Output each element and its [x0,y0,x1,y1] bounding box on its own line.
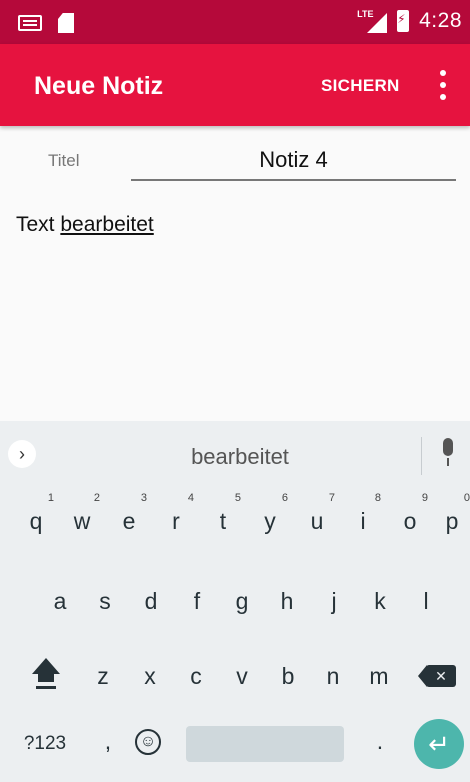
key-g[interactable]: g [228,588,256,615]
backspace-key-icon[interactable]: ✕ [418,665,456,687]
key-f[interactable]: f [183,588,211,615]
more-options-icon[interactable] [436,70,450,100]
note-body-text[interactable]: Text bearbeitet [16,213,154,237]
key-k[interactable]: k [366,588,394,615]
key-label: q [29,508,43,534]
key-label: w [73,508,91,534]
key-label: i [360,508,366,534]
key-o[interactable]: o9 [396,492,428,535]
key-label: b [281,663,295,689]
key-label: d [144,588,158,614]
key-label: r [172,508,180,534]
chevron-right-icon[interactable]: › [8,440,36,468]
app-bar: Neue Notiz SICHERN [0,44,470,126]
key-label: z [97,663,109,689]
key-hint: 9 [421,492,428,504]
key-hint: 5 [234,492,241,504]
key-hint: 7 [328,492,335,504]
key-label: a [53,588,67,614]
key-label: x [144,663,156,689]
key-hint: 2 [93,492,100,504]
key-w[interactable]: w2 [68,492,100,535]
key-v[interactable]: v [228,663,256,690]
key-x[interactable]: x [136,663,164,690]
keyboard-icon [18,15,42,31]
title-label: Titel [48,151,80,170]
key-label: c [190,663,202,689]
key-hint: 6 [281,492,288,504]
key-y[interactable]: y6 [256,492,288,535]
key-label: l [423,588,429,614]
key-hint: 0 [463,492,470,504]
save-button[interactable]: SICHERN [321,76,400,96]
key-hint: 8 [374,492,381,504]
key-e[interactable]: e3 [115,492,147,535]
note-body-composing-word: bearbeitet [60,213,154,236]
key-r[interactable]: r4 [162,492,194,535]
shift-key-icon[interactable] [29,658,63,692]
key-label: f [193,588,201,614]
battery-charging-icon [397,10,410,32]
key-label: y [264,508,276,534]
key-b[interactable]: b [274,663,302,690]
suggestion-divider [421,437,422,475]
key-q[interactable]: q1 [22,492,54,535]
key-p[interactable]: p0 [438,492,470,535]
key-label: h [280,588,294,614]
key-label: j [331,588,337,614]
key-a[interactable]: a [46,588,74,615]
key-label: s [99,588,111,614]
key-i[interactable]: i8 [349,492,381,535]
enter-key-icon[interactable]: ↵ [414,719,464,769]
key-hint: 4 [187,492,194,504]
key-label: k [374,588,386,614]
key-label: e [122,508,136,534]
status-bar: LTE 4:28 [0,0,470,44]
key-label: n [326,663,340,689]
key-d[interactable]: d [137,588,165,615]
key-label: u [310,508,324,534]
key-n[interactable]: n [319,663,347,690]
status-clock: 4:28 [419,9,462,32]
key-label: p [445,508,459,534]
page-title: Neue Notiz [34,72,164,100]
key-j[interactable]: j [320,588,348,615]
key-hint: 1 [47,492,54,504]
key-h[interactable]: h [273,588,301,615]
key-label: o [403,508,417,534]
emoji-icon[interactable]: ☺ [135,729,161,755]
key-c[interactable]: c [182,663,210,690]
key-label: t [219,508,227,534]
key-hint: 3 [140,492,147,504]
symbols-key[interactable]: ?123 [20,733,70,755]
note-body-prefix: Text [16,213,61,236]
key-t[interactable]: t5 [209,492,241,535]
key-l[interactable]: l [412,588,440,615]
key-label: v [236,663,248,689]
key-label: m [369,663,389,689]
key-m[interactable]: m [365,663,393,690]
space-key[interactable] [186,726,344,762]
comma-key[interactable]: , [98,728,118,755]
title-input[interactable] [131,141,456,181]
key-label: g [235,588,249,614]
sd-card-icon [58,13,74,33]
key-u[interactable]: u7 [303,492,335,535]
suggestion-word[interactable]: bearbeitet [140,444,340,470]
signal-icon: LTE [357,9,388,33]
key-s[interactable]: s [91,588,119,615]
microphone-icon[interactable] [440,438,456,468]
key-z[interactable]: z [89,663,117,690]
period-key[interactable]: . [370,728,390,755]
